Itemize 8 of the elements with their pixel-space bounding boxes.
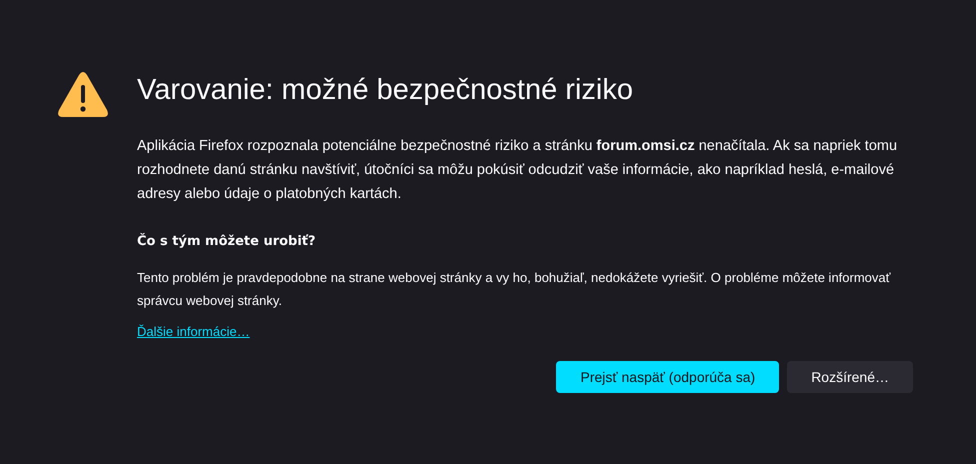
warning-icon [57,70,109,118]
go-back-button[interactable]: Prejsť naspäť (odporúča sa) [556,361,780,393]
advanced-button[interactable]: Rozšírené… [787,361,913,393]
page-title: Varovanie: možné bezpečnostné riziko [137,73,634,108]
warning-text: Aplikácia Firefox rozpoznala potenciálne bezpečnostné riziko a stránku forum.omsi.cz nenačítala. Ak sa napriek tomu rozhodnete danú stránku navštíviť, útočníci sa môžu pokúsiť odcudziť vaše informácie, ako napríklad heslá, e-mailové adresy alebo údaje o platobných kartách. [137,137,898,204]
help-text: Tento problém je pravdepodobne na strane webovej stránky a vy ho, bohužiaľ, nedokážete vyriešiť. O probléme môžete informovať správcu webovej stránky. [137,269,892,310]
more-info-link[interactable]: Ďalšie informácie… [137,324,250,339]
section-heading: Čo s tým môžete urobiť? [137,232,317,251]
